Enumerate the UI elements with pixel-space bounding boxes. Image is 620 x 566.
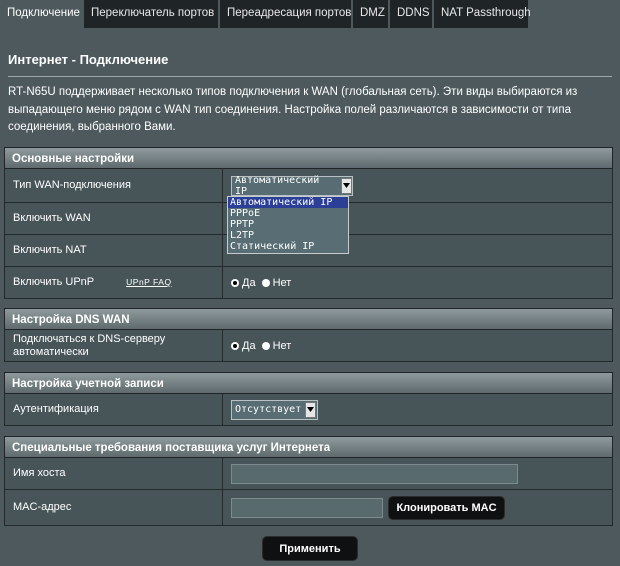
isp-settings-header: Специальные требования поставщика услуг … <box>4 436 613 458</box>
dns-settings-table: Настройка DNS WAN Подключаться к DNS-сер… <box>4 308 613 362</box>
tab-dmz[interactable]: DMZ <box>353 0 388 28</box>
auth-row: Аутентификация Отсутствует <box>4 394 613 426</box>
dns-yes-label: Да <box>242 339 256 352</box>
enable-upnp-label: Включить UPnP <box>13 276 95 288</box>
radio-selected-icon <box>231 278 239 287</box>
wan-type-option-auto-ip[interactable]: Автоматический IP <box>228 197 348 208</box>
mac-address-row: MAC-адрес Клонировать MAC <box>4 490 613 526</box>
auth-value: Отсутствует <box>235 404 302 415</box>
hostname-input[interactable] <box>231 463 518 484</box>
enable-upnp-cell: Включить UPnP UPnP FAQ <box>5 267 223 298</box>
wan-type-option-pptp[interactable]: PPTP <box>228 219 348 230</box>
clone-mac-button[interactable]: Клонировать MAC <box>388 495 505 520</box>
account-settings-table: Настройка учетной записи Аутентификация … <box>4 372 613 426</box>
chevron-down-icon[interactable] <box>305 401 317 418</box>
dns-auto-row: Подключаться к DNS-серверу автоматически… <box>4 330 613 362</box>
account-settings-header: Настройка учетной записи <box>4 372 613 394</box>
auth-select[interactable]: Отсутствует <box>231 399 318 420</box>
wan-type-option-pppoe[interactable]: PPPoE <box>228 208 348 219</box>
tab-bar: Подключение Переключатель портов Переадр… <box>0 0 620 28</box>
tab-connection[interactable]: Подключение <box>0 0 82 28</box>
page-description: RT-N65U поддерживает несколько типов под… <box>8 86 578 133</box>
wan-type-label: Тип WAN-подключения <box>5 169 223 202</box>
wan-type-dropdown-list: Автоматический IP PPPoE PPTP L2TP Статич… <box>227 196 349 254</box>
wan-type-select[interactable]: Автоматический IP <box>231 174 353 197</box>
upnp-yes-label: Да <box>242 276 256 289</box>
chevron-down-icon[interactable] <box>341 177 352 194</box>
upnp-no-label: Нет <box>272 276 292 289</box>
tab-ddns[interactable]: DDNS <box>390 0 432 28</box>
enable-wan-label: Включить WAN <box>5 203 223 234</box>
hostname-label: Имя хоста <box>5 458 223 489</box>
dns-auto-no-radio[interactable]: Нет <box>261 339 292 352</box>
tab-port-switch[interactable]: Переключатель портов <box>84 0 218 28</box>
page-title: Интернет - Подключение <box>8 52 169 67</box>
basic-settings-header: Основные настройки <box>4 147 613 169</box>
tab-nat-passthrough[interactable]: NAT Passthrough <box>434 0 531 28</box>
radio-unselected-icon <box>261 341 270 350</box>
auth-label: Аутентификация <box>5 394 223 425</box>
dns-auto-yes-radio[interactable]: Да <box>231 340 256 352</box>
wan-type-option-static-ip[interactable]: Статический IP <box>228 241 348 252</box>
upnp-yes-radio[interactable]: Да <box>231 277 256 289</box>
mac-address-input[interactable] <box>231 497 383 518</box>
wan-type-value: Автоматический IP <box>235 174 320 197</box>
dns-no-label: Нет <box>272 339 292 352</box>
enable-upnp-row: Включить UPnP UPnP FAQ Да Нет <box>4 267 613 299</box>
title-divider <box>8 76 612 77</box>
isp-settings-table: Специальные требования поставщика услуг … <box>4 436 613 526</box>
radio-selected-icon <box>231 341 239 350</box>
dns-settings-header: Настройка DNS WAN <box>4 308 613 330</box>
radio-unselected-icon <box>261 278 270 287</box>
upnp-no-radio[interactable]: Нет <box>261 276 292 289</box>
tab-port-forwarding[interactable]: Переадресация портов <box>220 0 351 28</box>
apply-button[interactable]: Применить <box>262 536 358 561</box>
hostname-row: Имя хоста <box>4 458 613 490</box>
upnp-faq-link[interactable]: UPnP FAQ <box>126 276 171 289</box>
enable-nat-label: Включить NAT <box>5 235 223 266</box>
dns-auto-label: Подключаться к DNS-серверу автоматически <box>5 330 223 361</box>
mac-address-label: MAC-адрес <box>5 490 223 525</box>
wan-type-option-l2tp[interactable]: L2TP <box>228 230 348 241</box>
